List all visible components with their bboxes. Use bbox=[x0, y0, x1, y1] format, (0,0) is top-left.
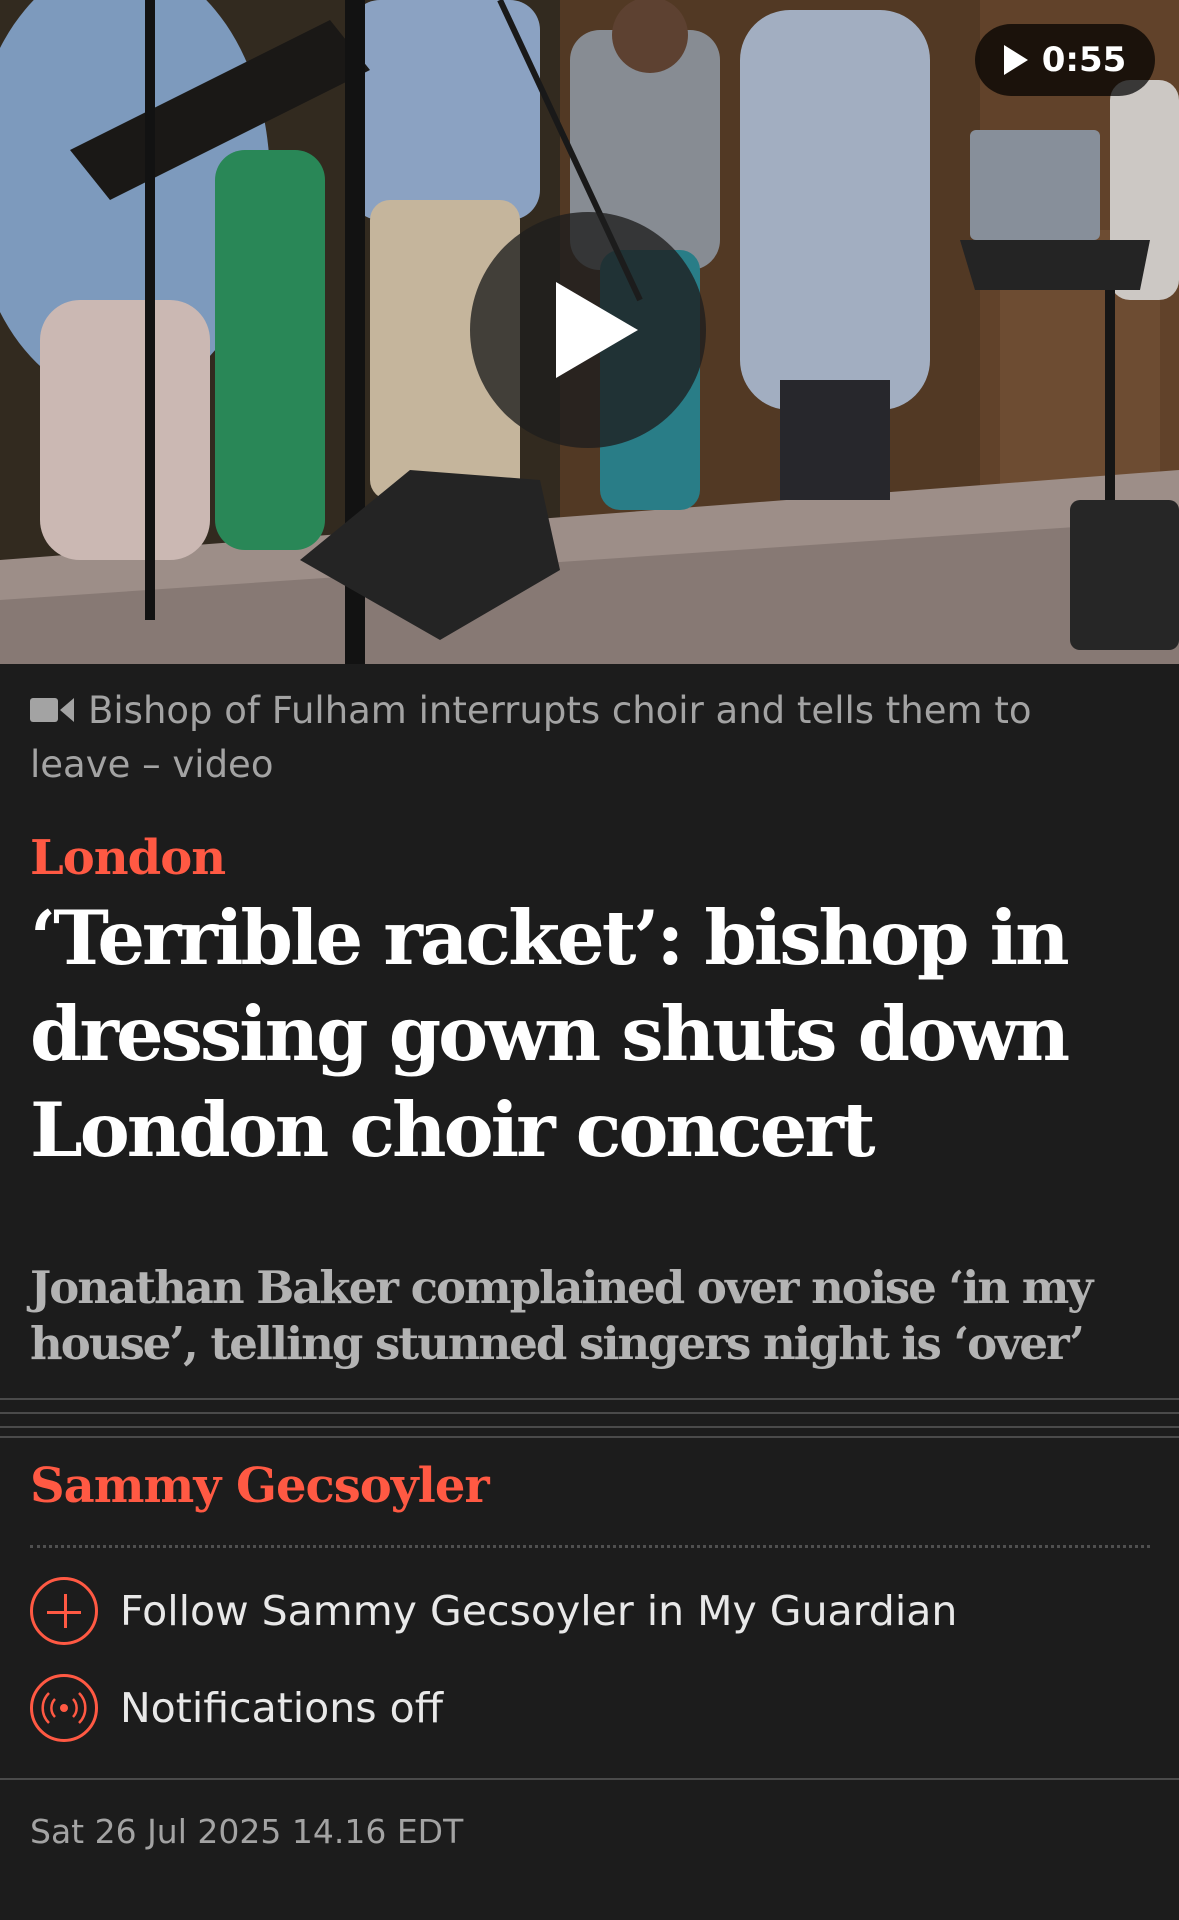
divider bbox=[30, 1545, 1150, 1548]
video-camera-icon bbox=[30, 696, 76, 724]
play-icon bbox=[1003, 45, 1028, 75]
author-byline[interactable]: Sammy Gecsoyler bbox=[30, 1458, 490, 1514]
video-duration-badge: 0:55 bbox=[975, 24, 1155, 96]
play-button[interactable] bbox=[470, 212, 706, 448]
plus-circle-icon bbox=[30, 1577, 98, 1645]
divider bbox=[0, 1426, 1179, 1428]
standfirst: Jonathan Baker complained over noise ‘in… bbox=[30, 1261, 1093, 1370]
video-caption: Bishop of Fulham interrupts choir and te… bbox=[30, 684, 1130, 792]
section-kicker[interactable]: London bbox=[30, 830, 226, 886]
video-player[interactable]: 0:55 bbox=[0, 0, 1179, 664]
video-caption-text: Bishop of Fulham interrupts choir and te… bbox=[30, 689, 1032, 786]
divider bbox=[0, 1778, 1179, 1780]
divider bbox=[0, 1398, 1179, 1400]
notifications-label: Notifications off bbox=[120, 1684, 443, 1732]
play-icon bbox=[556, 282, 638, 378]
divider bbox=[0, 1436, 1179, 1438]
divider bbox=[0, 1412, 1179, 1414]
notifications-toggle[interactable]: Notifications off bbox=[30, 1674, 443, 1742]
video-duration: 0:55 bbox=[1041, 40, 1127, 80]
publish-date: Sat 26 Jul 2025 14.16 EDT bbox=[30, 1812, 464, 1851]
article-page: 0:55 Bishop of Fulham interrupts choir a… bbox=[0, 0, 1179, 1920]
follow-author-button[interactable]: Follow Sammy Gecsoyler in My Guardian bbox=[30, 1577, 957, 1645]
page-title: ‘Terrible racket’: bishop in dressing go… bbox=[30, 894, 1070, 1174]
follow-author-label: Follow Sammy Gecsoyler in My Guardian bbox=[120, 1587, 958, 1635]
broadcast-icon bbox=[30, 1674, 98, 1742]
